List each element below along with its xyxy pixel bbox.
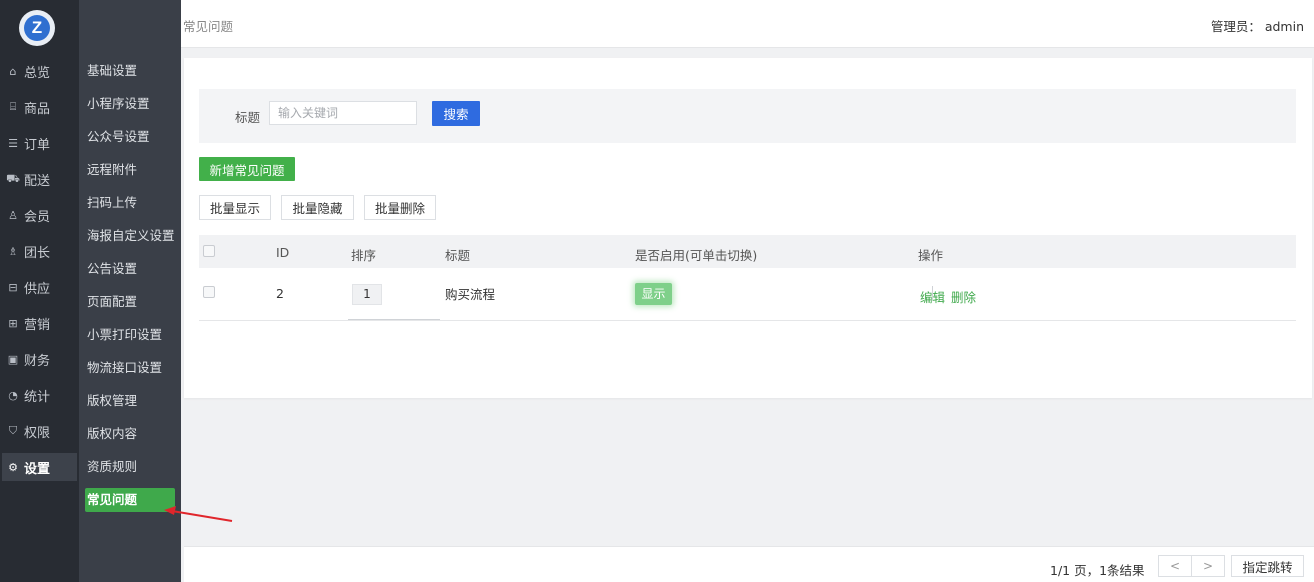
nav-orders[interactable]: ☰ 订单 xyxy=(2,129,77,157)
nav-goods[interactable]: ⌸ 商品 xyxy=(2,93,77,121)
admin-label[interactable]: 管理员： admin xyxy=(1211,16,1304,35)
prev-page-button[interactable]: < xyxy=(1158,555,1192,577)
submenu-page-config[interactable]: 页面配置 xyxy=(87,290,183,314)
nav-label: 订单 xyxy=(24,137,51,153)
submenu-logistics-api[interactable]: 物流接口设置 xyxy=(87,356,183,380)
settings-submenu: 基础设置 小程序设置 公众号设置 远程附件 扫码上传 海报自定义设置 公告设置 … xyxy=(79,0,181,582)
nav-label: 财务 xyxy=(24,353,51,369)
top-header: 常见问题 管理员： admin xyxy=(181,0,1314,48)
gift-icon: ⊞ xyxy=(8,316,18,330)
submenu-official-account-settings[interactable]: 公众号设置 xyxy=(87,125,183,149)
table-row: 2 1 购买流程 显示 编辑 删除 xyxy=(199,268,1296,321)
batch-hide-button[interactable]: 批量隐藏 xyxy=(281,195,354,220)
submenu-qualification-rules[interactable]: 资质规则 xyxy=(87,455,183,479)
nav-label: 总览 xyxy=(24,65,51,81)
column-operations: 操作 xyxy=(918,248,944,263)
submenu-poster-custom[interactable]: 海报自定义设置 xyxy=(87,224,183,248)
next-page-button[interactable]: > xyxy=(1191,555,1225,577)
submenu-basic-settings[interactable]: 基础设置 xyxy=(87,59,183,83)
logo: Z xyxy=(19,10,55,46)
shop-icon: ⌸ xyxy=(9,100,17,113)
submenu-miniprogram-settings[interactable]: 小程序设置 xyxy=(87,92,183,116)
stats-icon: ◔ xyxy=(8,388,18,402)
supply-icon: ⊟ xyxy=(8,280,18,294)
nav-finance[interactable]: ▣ 财务 xyxy=(2,345,77,373)
nav-supply[interactable]: ⊟ 供应 xyxy=(2,273,77,301)
logo-icon: Z xyxy=(24,15,50,41)
column-id: ID xyxy=(276,245,290,260)
search-input[interactable] xyxy=(269,101,417,125)
nav-stats[interactable]: ◔ 统计 xyxy=(2,381,77,409)
nav-label: 商品 xyxy=(24,101,51,117)
submenu-announcement[interactable]: 公告设置 xyxy=(87,257,183,281)
home-icon: ⌂ xyxy=(9,64,17,78)
shield-icon: ⛉ xyxy=(8,424,18,437)
divider xyxy=(932,286,933,301)
nav-label: 会员 xyxy=(24,209,51,225)
nav-label: 营销 xyxy=(24,317,51,333)
nav-label: 统计 xyxy=(24,389,51,405)
nav-label: 权限 xyxy=(24,425,51,441)
submenu-copyright-management[interactable]: 版权管理 xyxy=(87,389,183,413)
nav-delivery[interactable]: ⛟ 配送 xyxy=(2,165,77,193)
delivery-icon: ⛟ xyxy=(6,171,20,185)
nav-label: 设置 xyxy=(24,461,51,477)
row-checkbox[interactable] xyxy=(203,286,215,298)
submenu-receipt-print[interactable]: 小票打印设置 xyxy=(87,323,183,347)
column-enabled: 是否启用(可单击切换) xyxy=(635,248,758,263)
finance-icon: ▣ xyxy=(7,352,19,366)
submenu-remote-attachments[interactable]: 远程附件 xyxy=(87,158,183,182)
search-panel: 标题 搜索 xyxy=(199,89,1296,143)
batch-show-button[interactable]: 批量显示 xyxy=(199,195,271,220)
column-sort: 排序 xyxy=(351,248,377,263)
nav-marketing[interactable]: ⊞ 营销 xyxy=(2,309,77,337)
submenu-scan-upload[interactable]: 扫码上传 xyxy=(87,191,183,215)
breadcrumb: 常见问题 xyxy=(183,19,234,34)
search-button[interactable]: 搜索 xyxy=(432,101,480,126)
batch-delete-button[interactable]: 批量删除 xyxy=(364,195,436,220)
jump-page-button[interactable]: 指定跳转 xyxy=(1231,555,1304,577)
annotation-arrow-icon xyxy=(164,506,233,522)
primary-sidebar: Z ⌂ 总览 ⌸ 商品 ☰ 订单 ⛟ 配送 ♙ 会员 ♗ 团长 ⊟ 供应 ⊞ 营… xyxy=(0,0,79,582)
table-header: ID 排序 标题 是否启用(可单击切换) 操作 xyxy=(199,235,1296,268)
row-title: 购买流程 xyxy=(445,287,496,302)
pagination-bar: 1/1 页，1条结果 < > 指定跳转 xyxy=(184,546,1314,582)
nav-label: 供应 xyxy=(24,281,51,297)
nav-overview[interactable]: ⌂ 总览 xyxy=(2,57,77,85)
submenu-copyright-content[interactable]: 版权内容 xyxy=(87,422,183,446)
row-id: 2 xyxy=(276,286,284,301)
nav-label: 团长 xyxy=(24,245,51,261)
column-title: 标题 xyxy=(445,248,471,263)
sort-input[interactable]: 1 xyxy=(352,284,382,305)
delete-link[interactable]: 删除 xyxy=(951,287,976,306)
search-label: 标题 xyxy=(235,110,261,125)
content-card: 标题 搜索 新增常见问题 批量显示 批量隐藏 批量删除 ID 排序 标题 是否启… xyxy=(184,58,1312,398)
nav-label: 配送 xyxy=(24,173,51,189)
nav-members[interactable]: ♙ 会员 xyxy=(2,201,77,229)
status-toggle[interactable]: 显示 xyxy=(635,283,672,305)
user-icon: ♙ xyxy=(8,208,18,222)
nav-settings[interactable]: ⚙ 设置 xyxy=(2,453,77,481)
nav-leaders[interactable]: ♗ 团长 xyxy=(2,237,77,265)
chevron-right-icon: > xyxy=(1202,559,1214,573)
select-all-checkbox[interactable] xyxy=(203,245,215,257)
nav-permissions[interactable]: ⛉ 权限 xyxy=(2,417,77,445)
page-info: 1/1 页，1条结果 xyxy=(1050,563,1145,578)
gear-icon: ⚙ xyxy=(8,460,18,474)
divider xyxy=(348,319,440,320)
chevron-left-icon: < xyxy=(1169,559,1181,573)
add-faq-button[interactable]: 新增常见问题 xyxy=(199,157,295,181)
leader-icon: ♗ xyxy=(8,244,18,258)
order-icon: ☰ xyxy=(8,136,18,150)
